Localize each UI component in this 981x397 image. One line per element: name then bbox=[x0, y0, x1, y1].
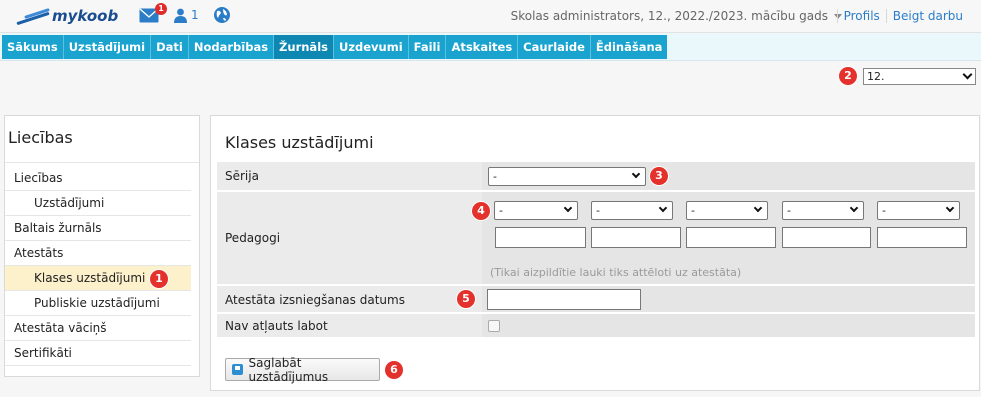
no-edit-row: Nav atļauts labot bbox=[217, 314, 975, 338]
pedagogs-select-value: - bbox=[499, 204, 503, 217]
main-nav: Sākums Uzstādījumi Dati Nodarbības Žurnā… bbox=[2, 35, 668, 59]
save-icon bbox=[232, 364, 243, 375]
step-marker-5: 5 bbox=[457, 290, 475, 308]
user-role-dropdown[interactable]: Skolas administrators, 12., 2022./2023. … bbox=[511, 9, 842, 23]
profile-link[interactable]: Profils bbox=[836, 9, 886, 23]
globe-icon[interactable] bbox=[213, 6, 231, 24]
sidebar-item-baltais-zurnals[interactable]: Baltais žurnāls bbox=[5, 216, 191, 241]
pedagogs-select-value: - bbox=[596, 204, 600, 217]
logo-text: mykoob bbox=[52, 7, 119, 25]
serija-select-value: - bbox=[493, 170, 497, 183]
chevron-down-icon bbox=[849, 203, 859, 213]
chevron-down-icon bbox=[658, 203, 668, 213]
no-edit-label: Nav atļauts labot bbox=[225, 319, 328, 333]
users-count: 1 bbox=[191, 8, 199, 22]
nav-item-faili[interactable]: Faili bbox=[409, 35, 447, 59]
nav-item-uzdevumi[interactable]: Uzdevumi bbox=[334, 35, 409, 59]
main-nav-bar: Sākums Uzstādījumi Dati Nodarbības Žurnā… bbox=[0, 33, 981, 61]
nav-item-zurnals[interactable]: Žurnāls bbox=[274, 35, 334, 59]
sidebar-item-sertifikati[interactable]: Sertifikāti bbox=[5, 341, 191, 366]
pedagogs-select-1[interactable]: - bbox=[494, 201, 578, 220]
pedagogs-name-input-3[interactable] bbox=[686, 227, 776, 248]
issue-date-input[interactable] bbox=[487, 289, 641, 310]
sidebar-item-atestata-vacins[interactable]: Atestāta vāciņš bbox=[5, 316, 191, 341]
pedagogs-select-value: - bbox=[787, 204, 791, 217]
step-marker-1: 1 bbox=[150, 270, 168, 288]
pedagogs-select-4[interactable]: - bbox=[782, 201, 864, 220]
pedagogi-label: Pedagogi bbox=[225, 231, 281, 245]
step-marker-4: 4 bbox=[472, 202, 490, 220]
date-row: Atestāta izsniegšanas datums 5 bbox=[217, 286, 975, 313]
pedagogs-name-input-2[interactable] bbox=[591, 227, 681, 248]
class-select-value: 12. bbox=[867, 70, 885, 83]
chevron-down-icon bbox=[962, 69, 973, 80]
user-info-text: Skolas administrators, 12., 2022./2023. … bbox=[510, 9, 828, 23]
nav-item-caurlaide[interactable]: Caurlaide bbox=[518, 35, 591, 59]
step-marker-2: 2 bbox=[839, 67, 857, 85]
mail-icon[interactable]: 1 bbox=[139, 2, 167, 23]
chevron-down-icon bbox=[753, 203, 763, 213]
nav-item-dati[interactable]: Dati bbox=[151, 35, 189, 59]
logout-link[interactable]: Beigt darbu bbox=[885, 9, 969, 23]
page-title: Klases uzstādījumi bbox=[225, 133, 374, 152]
sidebar-item-publiskie-uzstadijumi[interactable]: Publiskie uzstādījumi bbox=[5, 291, 191, 316]
sidebar-title: Liecības bbox=[5, 116, 199, 163]
sidebar-item-atestats[interactable]: Atestāts bbox=[5, 241, 191, 266]
chevron-down-icon bbox=[631, 169, 641, 179]
pedagogs-select-value: - bbox=[691, 204, 695, 217]
nav-item-uzstadijumi[interactable]: Uzstādījumi bbox=[64, 35, 152, 59]
save-settings-button[interactable]: Saglabāt uzstādījumus bbox=[225, 355, 380, 384]
step-marker-3: 3 bbox=[650, 167, 668, 185]
save-button-label: Saglabāt uzstādījumus bbox=[248, 355, 329, 384]
sidebar-item-liecibas[interactable]: Liecības bbox=[5, 166, 191, 191]
nav-item-atskaites[interactable]: Atskaites bbox=[446, 35, 519, 59]
serija-row: Sērija - 3 bbox=[217, 162, 975, 191]
class-settings-panel: Klases uzstādījumi Sērija - 3 Pedagogi 4… bbox=[210, 115, 980, 391]
mail-count-badge: 1 bbox=[155, 2, 167, 15]
pedagogs-select-3[interactable]: - bbox=[686, 201, 768, 220]
pedagogs-name-input-1[interactable] bbox=[495, 227, 586, 248]
pedagogs-select-5[interactable]: - bbox=[877, 201, 960, 220]
mykoob-logo[interactable]: mykoob bbox=[16, 5, 118, 27]
top-bar: mykoob 1 1 Skolas administrators, 12., 2… bbox=[0, 0, 981, 33]
nav-item-sakums[interactable]: Sākums bbox=[2, 35, 64, 59]
pedagogi-row: Pedagogi 4 - - - - - (Tikai aizpildītie … bbox=[217, 192, 975, 285]
pedagogi-hint: (Tikai aizpildītie lauki tiks attēloti u… bbox=[490, 266, 742, 279]
pedagogs-select-value: - bbox=[882, 204, 886, 217]
serija-select[interactable]: - bbox=[488, 167, 646, 186]
pedagogs-select-2[interactable]: - bbox=[591, 201, 673, 220]
pedagogs-name-input-4[interactable] bbox=[782, 227, 871, 248]
serija-label: Sērija bbox=[225, 169, 259, 183]
pedagogs-name-input-5[interactable] bbox=[877, 227, 967, 248]
sidebar-item-uzstadijumi[interactable]: Uzstādījumi bbox=[5, 191, 191, 216]
chevron-down-icon bbox=[945, 203, 955, 213]
logo-mark-icon bbox=[16, 7, 50, 26]
user-icon bbox=[174, 8, 187, 23]
users-indicator[interactable]: 1 bbox=[173, 8, 199, 23]
class-select[interactable]: 12. bbox=[863, 68, 976, 85]
chevron-down-icon bbox=[563, 203, 573, 213]
step-marker-6: 6 bbox=[385, 361, 403, 379]
no-edit-checkbox[interactable] bbox=[488, 320, 500, 332]
nav-item-nodarbibas[interactable]: Nodarbības bbox=[189, 35, 275, 59]
date-label: Atestāta izsniegšanas datums bbox=[225, 293, 405, 307]
sidebar: Liecības Liecības Uzstādījumi Baltais žu… bbox=[4, 115, 200, 377]
nav-item-edinasana[interactable]: Ēdināšana bbox=[591, 35, 668, 59]
